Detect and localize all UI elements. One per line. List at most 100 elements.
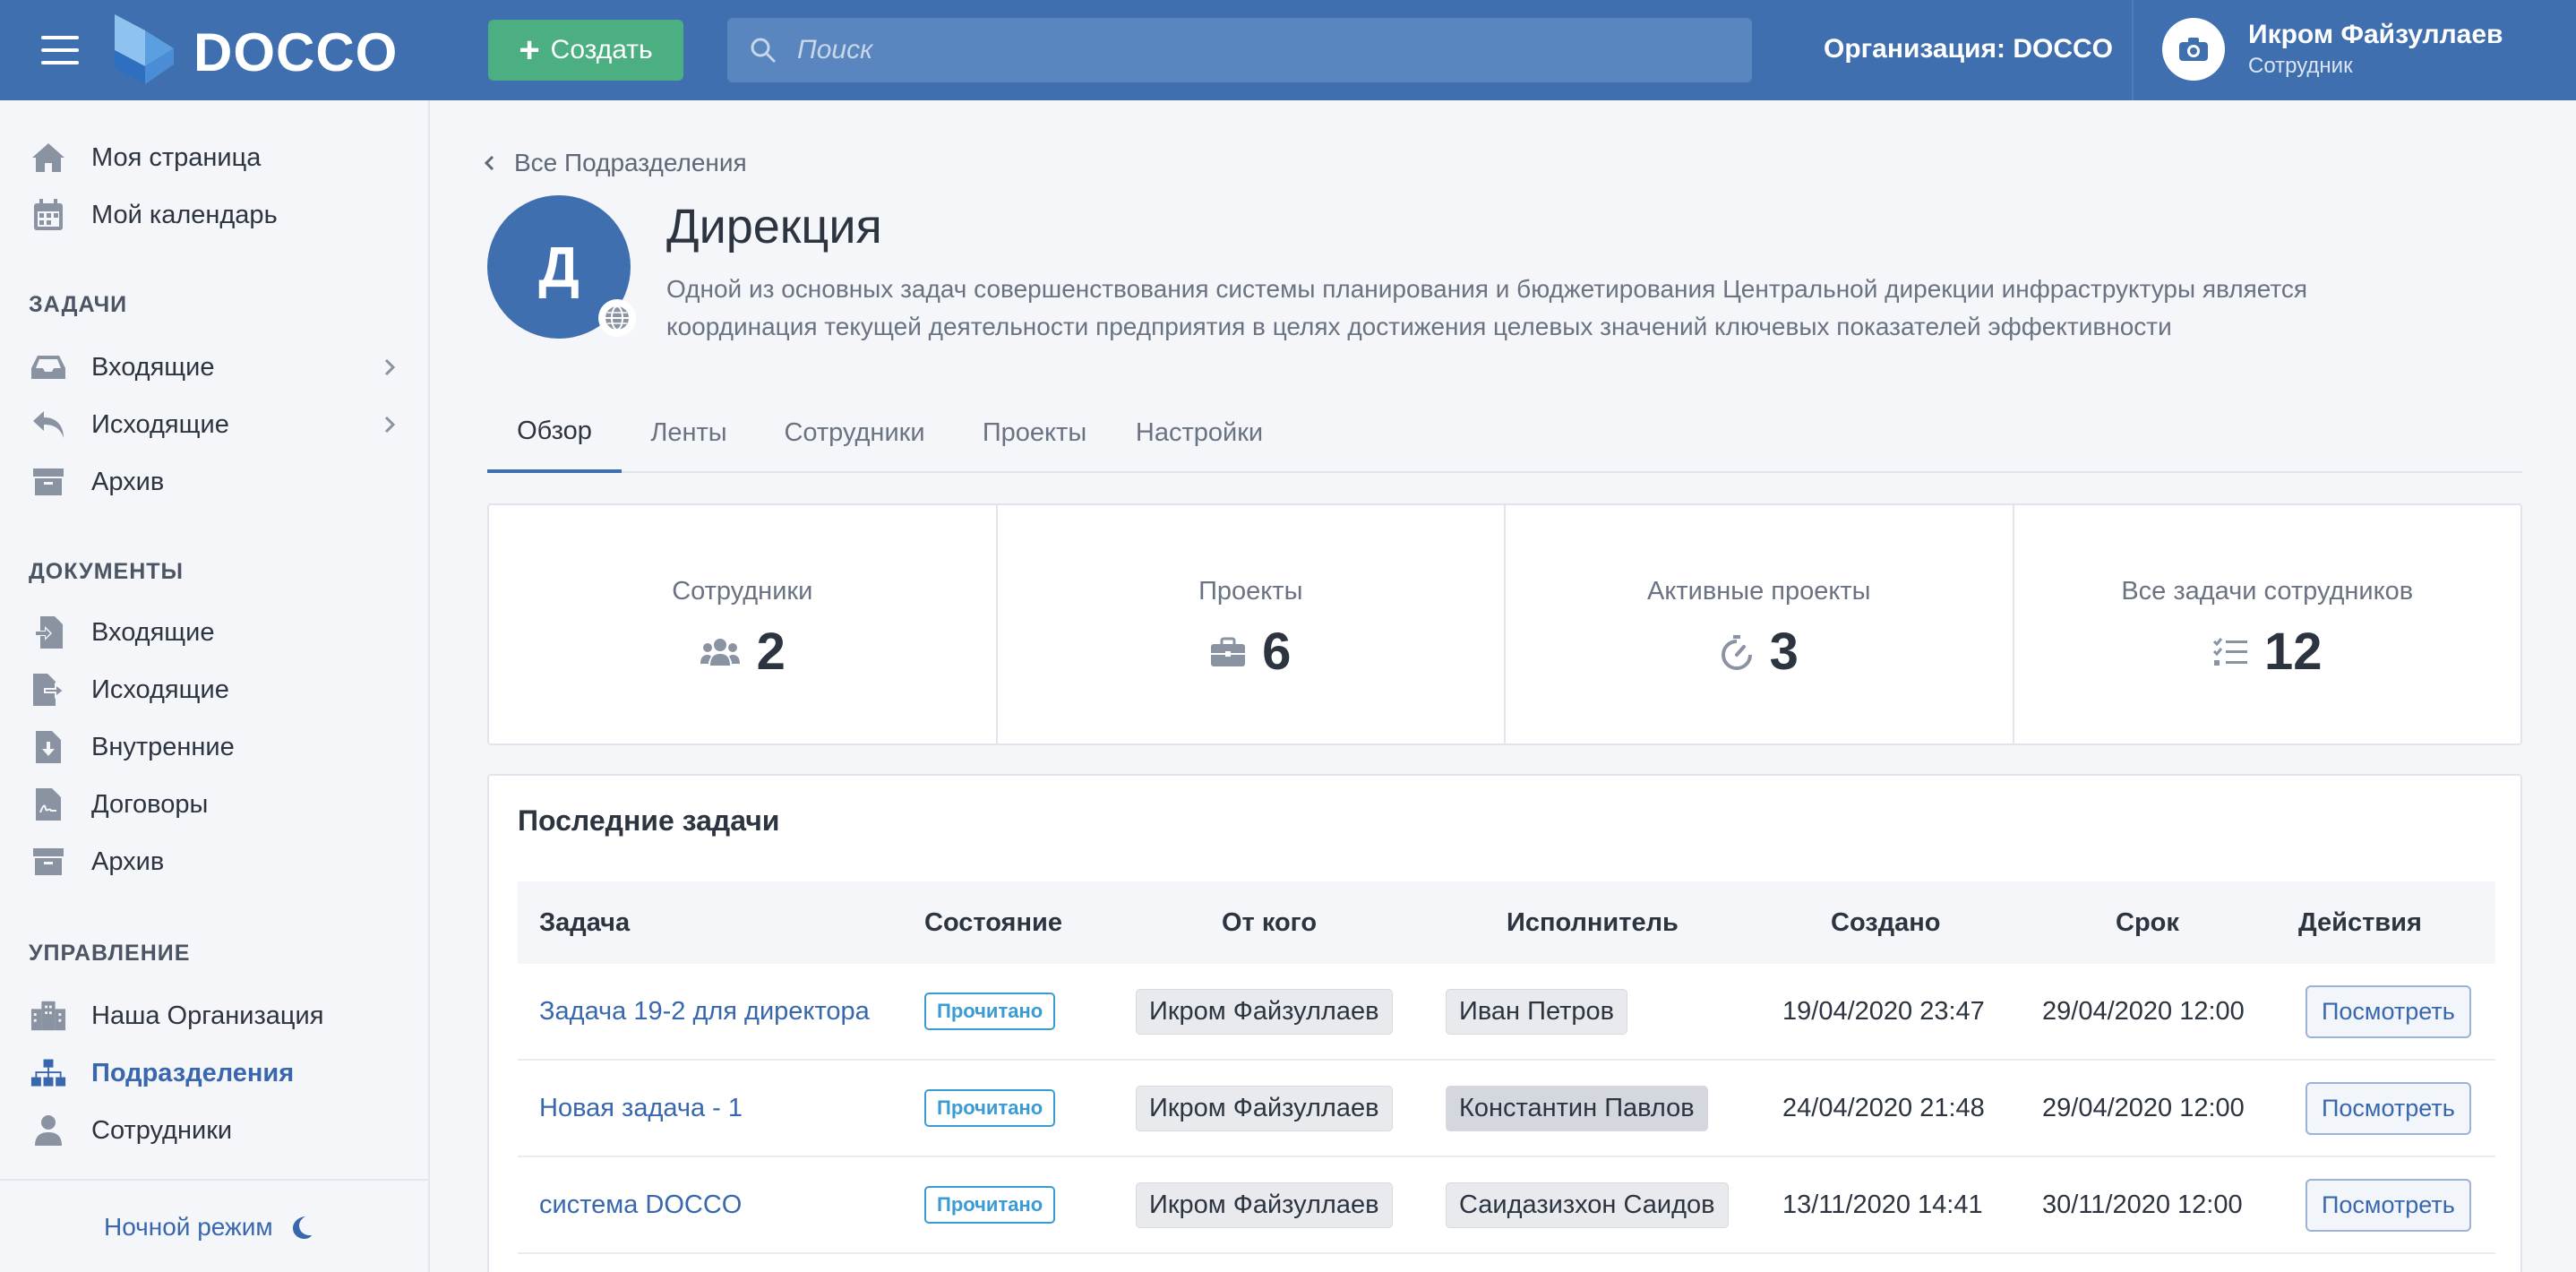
file-contract-icon	[30, 786, 66, 822]
deadline-date: 30/11/2020 12:00	[2042, 1190, 2243, 1219]
column-header[interactable]: Срок	[2116, 881, 2179, 964]
sidebar-item-docs-contracts[interactable]: Договоры	[0, 778, 428, 831]
column-header[interactable]: Исполнитель	[1507, 881, 1679, 964]
section-title-tasks: ЗАДАЧИ	[29, 292, 128, 317]
table-row: Задача 19-2 для директора Прочитано Икро…	[518, 964, 2495, 1061]
sidebar-item-label: Архив	[91, 467, 165, 496]
created-date: 13/11/2020 14:41	[1782, 1190, 1983, 1219]
sidebar-item-employees[interactable]: Сотрудники	[0, 1104, 428, 1157]
breadcrumb[interactable]: Все Подразделения	[484, 149, 747, 177]
stat-label: Все задачи сотрудников	[2121, 577, 2414, 606]
sidebar-item-our-organization[interactable]: Наша Организация	[0, 989, 428, 1043]
assignee-chip[interactable]: Константин Павлов	[1446, 1085, 1708, 1131]
header-divider	[2132, 0, 2134, 100]
stats-panel: Сотрудники 2 Проекты 6 Активные проекты …	[487, 503, 2522, 745]
globe-icon	[598, 299, 636, 337]
task-link[interactable]: система DOCCO	[539, 1190, 742, 1220]
tab-projects[interactable]: Проекты	[967, 392, 1102, 473]
sidebar-item-docs-archive[interactable]: Архив	[0, 835, 428, 889]
stat-label: Активные проекты	[1646, 577, 1871, 606]
column-header[interactable]: Создано	[1831, 881, 1940, 964]
search-input[interactable]	[797, 35, 1693, 65]
table-row: Новая задача - 1 Прочитано Икром Файзулл…	[518, 1061, 2495, 1157]
sidebar-item-tasks-outbox[interactable]: Исходящие	[0, 398, 428, 451]
sidebar-item-label: Договоры	[91, 789, 209, 819]
task-link[interactable]: Новая задача - 1	[539, 1094, 743, 1123]
night-mode-label: Ночной режим	[104, 1213, 273, 1241]
archive-icon	[30, 844, 66, 880]
plus-icon: +	[519, 30, 540, 70]
night-mode-toggle[interactable]: Ночной режим	[104, 1213, 313, 1242]
stat-value: 6	[1262, 623, 1292, 681]
column-header[interactable]: Задача	[539, 881, 630, 964]
sidebar-item-docs-inbox[interactable]: Входящие	[0, 606, 428, 659]
stat-employees[interactable]: Сотрудники 2	[489, 505, 998, 743]
table-header: Задача Состояние От кого Исполнитель Соз…	[518, 881, 2495, 964]
tab-employees[interactable]: Сотрудники	[765, 392, 944, 473]
sidebar-item-label: Исходящие	[91, 409, 229, 439]
create-button-label: Создать	[550, 35, 653, 64]
assignee-chip[interactable]: Саидазизхон Саидов	[1446, 1182, 1729, 1228]
sidebar-item-label: Внутренние	[91, 732, 235, 761]
logo-text: DOCCO	[193, 22, 399, 82]
create-button[interactable]: + Создать	[488, 20, 683, 81]
calendar-icon	[30, 197, 66, 233]
chevron-right-icon	[384, 358, 396, 376]
organization-label[interactable]: Организация: DOCCO	[1824, 34, 2113, 64]
sidebar-item-label: Входящие	[91, 617, 215, 647]
stat-value: 12	[2263, 623, 2323, 681]
camera-icon	[2179, 38, 2208, 61]
sidebar-item-my-calendar[interactable]: Мой календарь	[0, 188, 428, 242]
stat-projects[interactable]: Проекты 6	[998, 505, 1506, 743]
moon-icon	[292, 1216, 312, 1239]
building-icon	[30, 998, 66, 1034]
status-badge: Прочитано	[924, 1089, 1056, 1127]
stat-all-tasks[interactable]: Все задачи сотрудников 12	[2014, 505, 2521, 743]
sidebar-item-my-page[interactable]: Моя страница	[0, 131, 428, 185]
sidebar-item-departments[interactable]: Подразделения	[0, 1046, 428, 1100]
view-button[interactable]: Посмотреть	[2306, 1178, 2471, 1232]
status-badge: Прочитано	[924, 993, 1056, 1030]
sidebar-item-label: Сотрудники	[91, 1115, 233, 1145]
stat-active-projects[interactable]: Активные проекты 3	[1506, 505, 2014, 743]
deadline-date: 29/04/2020 12:00	[2042, 1093, 2245, 1122]
sidebar-item-docs-outbox[interactable]: Исходящие	[0, 663, 428, 717]
recent-tasks-card: Последние задачи Задача Состояние От ког…	[487, 774, 2522, 1272]
file-export-icon	[30, 672, 66, 708]
from-user-chip[interactable]: Икром Файзуллаев	[1136, 988, 1393, 1035]
section-title-management: УПРАВЛЕНИЕ	[29, 941, 191, 966]
sidebar-item-tasks-archive[interactable]: Архив	[0, 455, 428, 509]
stat-label: Проекты	[1198, 577, 1303, 606]
assignee-chip[interactable]: Иван Петров	[1446, 988, 1628, 1035]
home-icon	[30, 140, 66, 176]
archive-icon	[30, 464, 66, 500]
sidebar-item-tasks-inbox[interactable]: Входящие	[0, 340, 428, 394]
search-bar[interactable]	[727, 18, 1752, 82]
section-title-documents: ДОКУМЕНТЫ	[29, 559, 184, 584]
view-button[interactable]: Посмотреть	[2306, 984, 2471, 1038]
tasks-table: Задача Состояние От кого Исполнитель Соз…	[518, 881, 2495, 1254]
breadcrumb-label: Все Подразделения	[514, 149, 747, 176]
sitemap-icon	[30, 1055, 66, 1091]
top-header: DOCCO + Создать Организация: DOCCO Икром…	[0, 0, 2576, 100]
column-header[interactable]: От кого	[1222, 881, 1317, 964]
column-header[interactable]: Состояние	[924, 881, 1062, 964]
tab-overview[interactable]: Обзор	[487, 392, 622, 473]
sidebar-item-docs-internal[interactable]: Внутренние	[0, 720, 428, 774]
docco-logo-icon	[115, 14, 174, 84]
from-user-chip[interactable]: Икром Файзуллаев	[1136, 1182, 1393, 1228]
stat-value: 2	[756, 623, 786, 681]
menu-icon[interactable]	[41, 36, 79, 64]
user-name[interactable]: Икром Файзуллаев	[2248, 20, 2503, 50]
from-user-chip[interactable]: Икром Файзуллаев	[1136, 1085, 1393, 1131]
column-header: Действия	[2298, 907, 2422, 937]
task-link[interactable]: Задача 19-2 для директора	[539, 997, 870, 1027]
sidebar-item-label: Исходящие	[91, 675, 229, 704]
view-button[interactable]: Посмотреть	[2306, 1081, 2471, 1135]
tab-bar: Обзор Ленты Сотрудники Проекты Настройки	[487, 392, 2522, 473]
user-avatar[interactable]	[2162, 18, 2225, 81]
tab-feeds[interactable]: Ленты	[640, 392, 738, 473]
tab-settings[interactable]: Настройки	[1123, 392, 1275, 473]
chevron-right-icon	[384, 416, 396, 434]
user-icon	[30, 1113, 66, 1148]
